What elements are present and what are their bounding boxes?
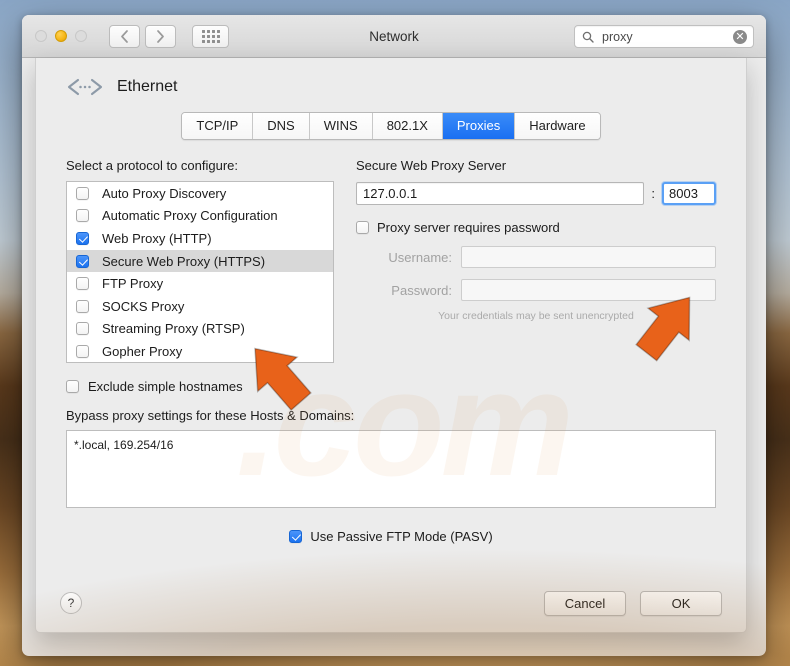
minimize-button[interactable] (55, 30, 67, 42)
list-item[interactable]: Auto Proxy Discovery (67, 182, 333, 205)
network-preferences-window: Network ✕ .com (22, 15, 766, 656)
clear-icon[interactable]: ✕ (733, 29, 747, 44)
desktop-background: Network ✕ .com (0, 0, 790, 666)
host-port-separator: : (651, 186, 655, 201)
password-row: Password: (356, 279, 716, 301)
passive-ftp-row[interactable]: Use Passive FTP Mode (PASV) (66, 529, 716, 544)
list-item[interactable]: SOCKS Proxy (67, 295, 333, 318)
service-name: Ethernet (117, 78, 178, 95)
requires-password-row[interactable]: Proxy server requires password (356, 220, 716, 235)
protocol-list-label: Select a protocol to configure: (66, 158, 238, 173)
checkbox-gopher-proxy[interactable] (76, 344, 89, 358)
list-item-label: Gopher Proxy (102, 343, 183, 359)
list-item-selected[interactable]: Secure Web Proxy (HTTPS) (67, 249, 333, 273)
passive-ftp-label: Use Passive FTP Mode (PASV) (310, 529, 493, 544)
help-button[interactable]: ? (60, 592, 82, 614)
checkbox-use-passive-ftp-mode[interactable] (289, 530, 303, 543)
search-field[interactable]: ✕ (574, 25, 754, 48)
proxy-port-input[interactable] (662, 182, 716, 205)
requires-password-label: Proxy server requires password (377, 220, 560, 235)
checkbox-automatic-proxy-configuration[interactable] (76, 209, 89, 223)
cancel-button[interactable]: Cancel (544, 590, 626, 616)
checkbox-auto-proxy-discovery[interactable] (76, 186, 89, 200)
list-item[interactable]: FTP Proxy (67, 272, 333, 295)
username-row: Username: (356, 246, 716, 268)
checkbox-streaming-proxy-rtsp[interactable] (76, 322, 89, 336)
tab-wins[interactable]: WINS (309, 113, 373, 139)
proxies-sheet: .com Ethernet TCP/IP DNS WINS 802.1X Pro… (35, 58, 747, 633)
tab-8021x[interactable]: 802.1X (372, 113, 443, 139)
show-all-button[interactable] (192, 24, 229, 48)
protocol-list[interactable]: Auto Proxy Discovery Automatic Proxy Con… (66, 181, 334, 363)
server-column: Secure Web Proxy Server : Proxy server r… (356, 158, 716, 363)
username-label: Username: (388, 249, 452, 265)
list-item-label: FTP Proxy (102, 276, 164, 292)
checkbox-web-proxy-http[interactable] (76, 231, 89, 245)
list-item-label: Auto Proxy Discovery (102, 185, 227, 201)
search-icon (582, 31, 594, 43)
list-item-label: Automatic Proxy Configuration (102, 208, 278, 224)
server-section-title: Secure Web Proxy Server (356, 158, 507, 173)
sheet-footer: ? Cancel OK (36, 574, 746, 632)
username-input (461, 246, 716, 268)
ethernet-icon (67, 78, 103, 96)
checkbox-secure-web-proxy-https[interactable] (76, 254, 89, 268)
list-item-label: Secure Web Proxy (HTTPS) (102, 253, 266, 269)
service-header: Ethernet (36, 58, 746, 96)
exclude-simple-hostnames-label: Exclude simple hostnames (88, 379, 243, 394)
tab-hardware[interactable]: Hardware (515, 113, 600, 139)
checkbox-socks-proxy[interactable] (76, 299, 89, 313)
list-item[interactable]: Automatic Proxy Configuration (67, 205, 333, 228)
list-item[interactable]: Streaming Proxy (RTSP) (67, 318, 333, 341)
password-input (461, 279, 716, 301)
credentials-warning: Your credentials may be sent unencrypted (438, 310, 634, 322)
server-address-row: : (356, 182, 716, 205)
password-label: Password: (391, 282, 452, 298)
ok-button[interactable]: OK (640, 590, 722, 616)
proxies-content: Select a protocol to configure: Auto Pro… (36, 140, 746, 544)
chevron-left-icon (121, 29, 128, 43)
chevron-right-icon (157, 29, 164, 43)
tab-proxies[interactable]: Proxies (442, 113, 516, 139)
bypass-list-input[interactable]: *.local, 169.254/16 (66, 430, 716, 508)
checkbox-proxy-requires-password[interactable] (356, 221, 369, 234)
tab-bar: TCP/IP DNS WINS 802.1X Proxies Hardware (36, 112, 746, 140)
tab-tcpip[interactable]: TCP/IP (182, 113, 254, 139)
list-item-label: SOCKS Proxy (102, 298, 185, 314)
protocol-column: Select a protocol to configure: Auto Pro… (66, 158, 334, 363)
tab-dns[interactable]: DNS (253, 113, 310, 139)
list-item-label: Web Proxy (HTTP) (102, 230, 212, 246)
checkbox-exclude-simple-hostnames[interactable] (66, 380, 79, 393)
bypass-list-label: Bypass proxy settings for these Hosts & … (66, 408, 355, 423)
window-titlebar: Network ✕ (22, 15, 766, 58)
list-item[interactable]: Gopher Proxy (67, 340, 333, 362)
close-button[interactable] (35, 30, 47, 42)
grid-dots-icon (201, 29, 220, 43)
list-item-label: Streaming Proxy (RTSP) (102, 321, 245, 337)
checkbox-ftp-proxy[interactable] (76, 277, 89, 291)
exclude-simple-hostnames-row[interactable]: Exclude simple hostnames (66, 379, 716, 394)
back-button[interactable] (109, 24, 140, 48)
list-item[interactable]: Web Proxy (HTTP) (67, 227, 333, 250)
navigation-buttons (109, 24, 176, 48)
proxy-host-input[interactable] (356, 182, 645, 205)
traffic-light-group (35, 30, 87, 42)
forward-button[interactable] (145, 24, 176, 48)
zoom-button[interactable] (75, 30, 87, 42)
search-input[interactable] (600, 28, 720, 45)
